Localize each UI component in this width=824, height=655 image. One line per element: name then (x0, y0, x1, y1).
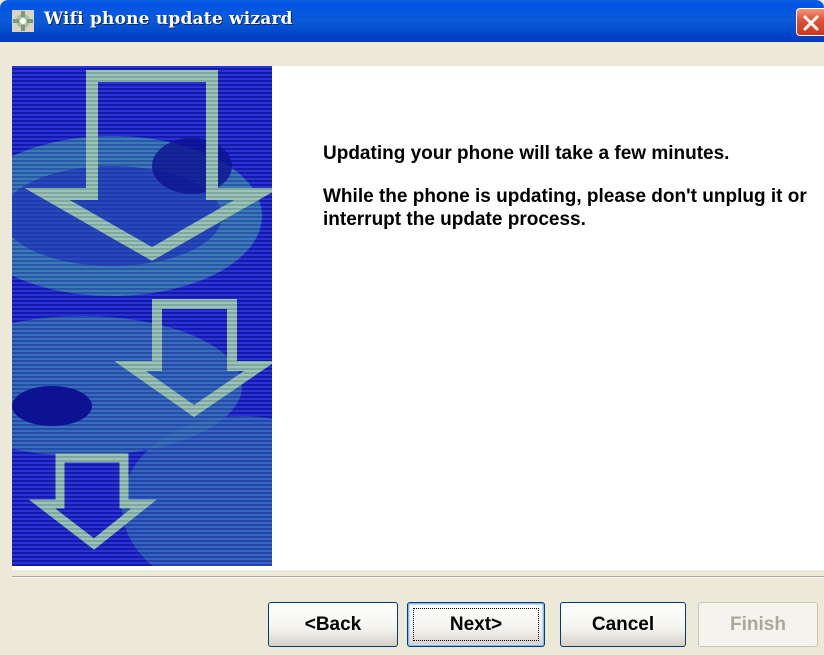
close-icon (803, 15, 819, 31)
window-title: Wifi phone update wizard (44, 9, 293, 29)
down-arrows-illustration (12, 66, 272, 566)
message-line-1: Updating your phone will take a few minu… (323, 143, 730, 164)
wizard-content: Updating your phone will take a few minu… (12, 66, 824, 570)
back-button[interactable]: <Back (268, 602, 398, 647)
finish-button[interactable]: Finish (698, 602, 818, 647)
separator (12, 576, 824, 578)
focus-ring (413, 608, 539, 641)
message-line-2: While the phone is updating, please don'… (323, 186, 807, 230)
close-button[interactable] (796, 8, 824, 36)
wizard-message: Updating your phone will take a few minu… (323, 142, 823, 251)
next-button[interactable]: Next> (407, 602, 545, 647)
app-icon (12, 10, 34, 32)
wizard-window: Wifi phone update wizard Updating your p… (0, 0, 824, 655)
title-bar[interactable]: Wifi phone update wizard (0, 0, 824, 42)
cancel-button[interactable]: Cancel (560, 602, 686, 647)
